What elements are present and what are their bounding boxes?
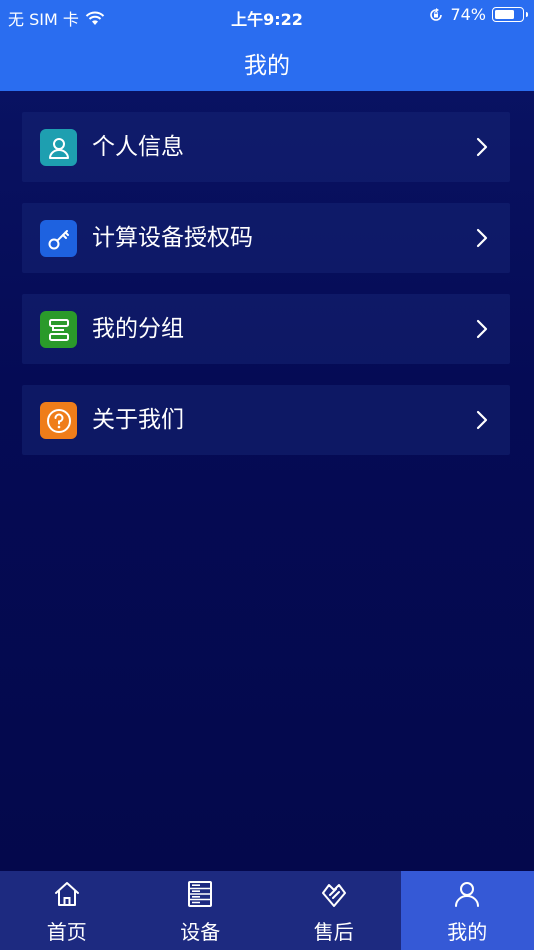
chevron-right-icon [476, 228, 488, 248]
page-title: 我的 [244, 53, 290, 79]
device-list-icon [188, 881, 213, 907]
menu-item-my-groups[interactable]: 我的分组 [22, 294, 510, 364]
tab-bar: 首页 设备 售后 我的 [0, 871, 534, 950]
battery-icon [492, 7, 528, 22]
orientation-lock-icon [430, 7, 443, 21]
menu-item-about-us[interactable]: 关于我们 [22, 385, 510, 455]
home-icon [54, 882, 79, 906]
tab-devices[interactable]: 设备 [134, 871, 268, 950]
menu-item-label: 个人信息 [92, 134, 184, 160]
battery-fill [495, 10, 514, 19]
status-right: 74% [428, 5, 528, 24]
tab-label: 我的 [447, 920, 488, 944]
user-icon [455, 882, 480, 907]
header: 无 SIM 卡 上午9:22 74% 我的 [0, 0, 534, 91]
battery-percent: 74% [450, 5, 486, 24]
menu-item-auth-code[interactable]: 计算设备授权码 [22, 203, 510, 273]
tab-home[interactable]: 首页 [0, 871, 134, 950]
status-bar: 无 SIM 卡 上午9:22 74% [0, 0, 534, 32]
question-icon [40, 402, 77, 439]
menu-item-personal-info[interactable]: 个人信息 [22, 112, 510, 182]
group-icon [40, 311, 77, 348]
tab-after-sales[interactable]: 售后 [267, 871, 401, 950]
tab-label: 售后 [313, 920, 354, 944]
tab-mine[interactable]: 我的 [400, 871, 534, 950]
menu-item-label: 关于我们 [92, 407, 184, 433]
chevron-right-icon [476, 410, 488, 430]
chevron-right-icon [476, 319, 488, 339]
menu-item-label: 计算设备授权码 [92, 225, 253, 251]
menu-list: 个人信息 计算设备授权码 我的分组 关于我们 [22, 112, 510, 476]
menu-item-label: 我的分组 [92, 316, 184, 342]
tab-label: 设备 [180, 920, 221, 944]
after-sales-icon [321, 884, 346, 907]
person-icon [40, 129, 77, 166]
tab-label: 首页 [46, 920, 87, 944]
chevron-right-icon [476, 137, 488, 157]
key-icon [40, 220, 77, 257]
